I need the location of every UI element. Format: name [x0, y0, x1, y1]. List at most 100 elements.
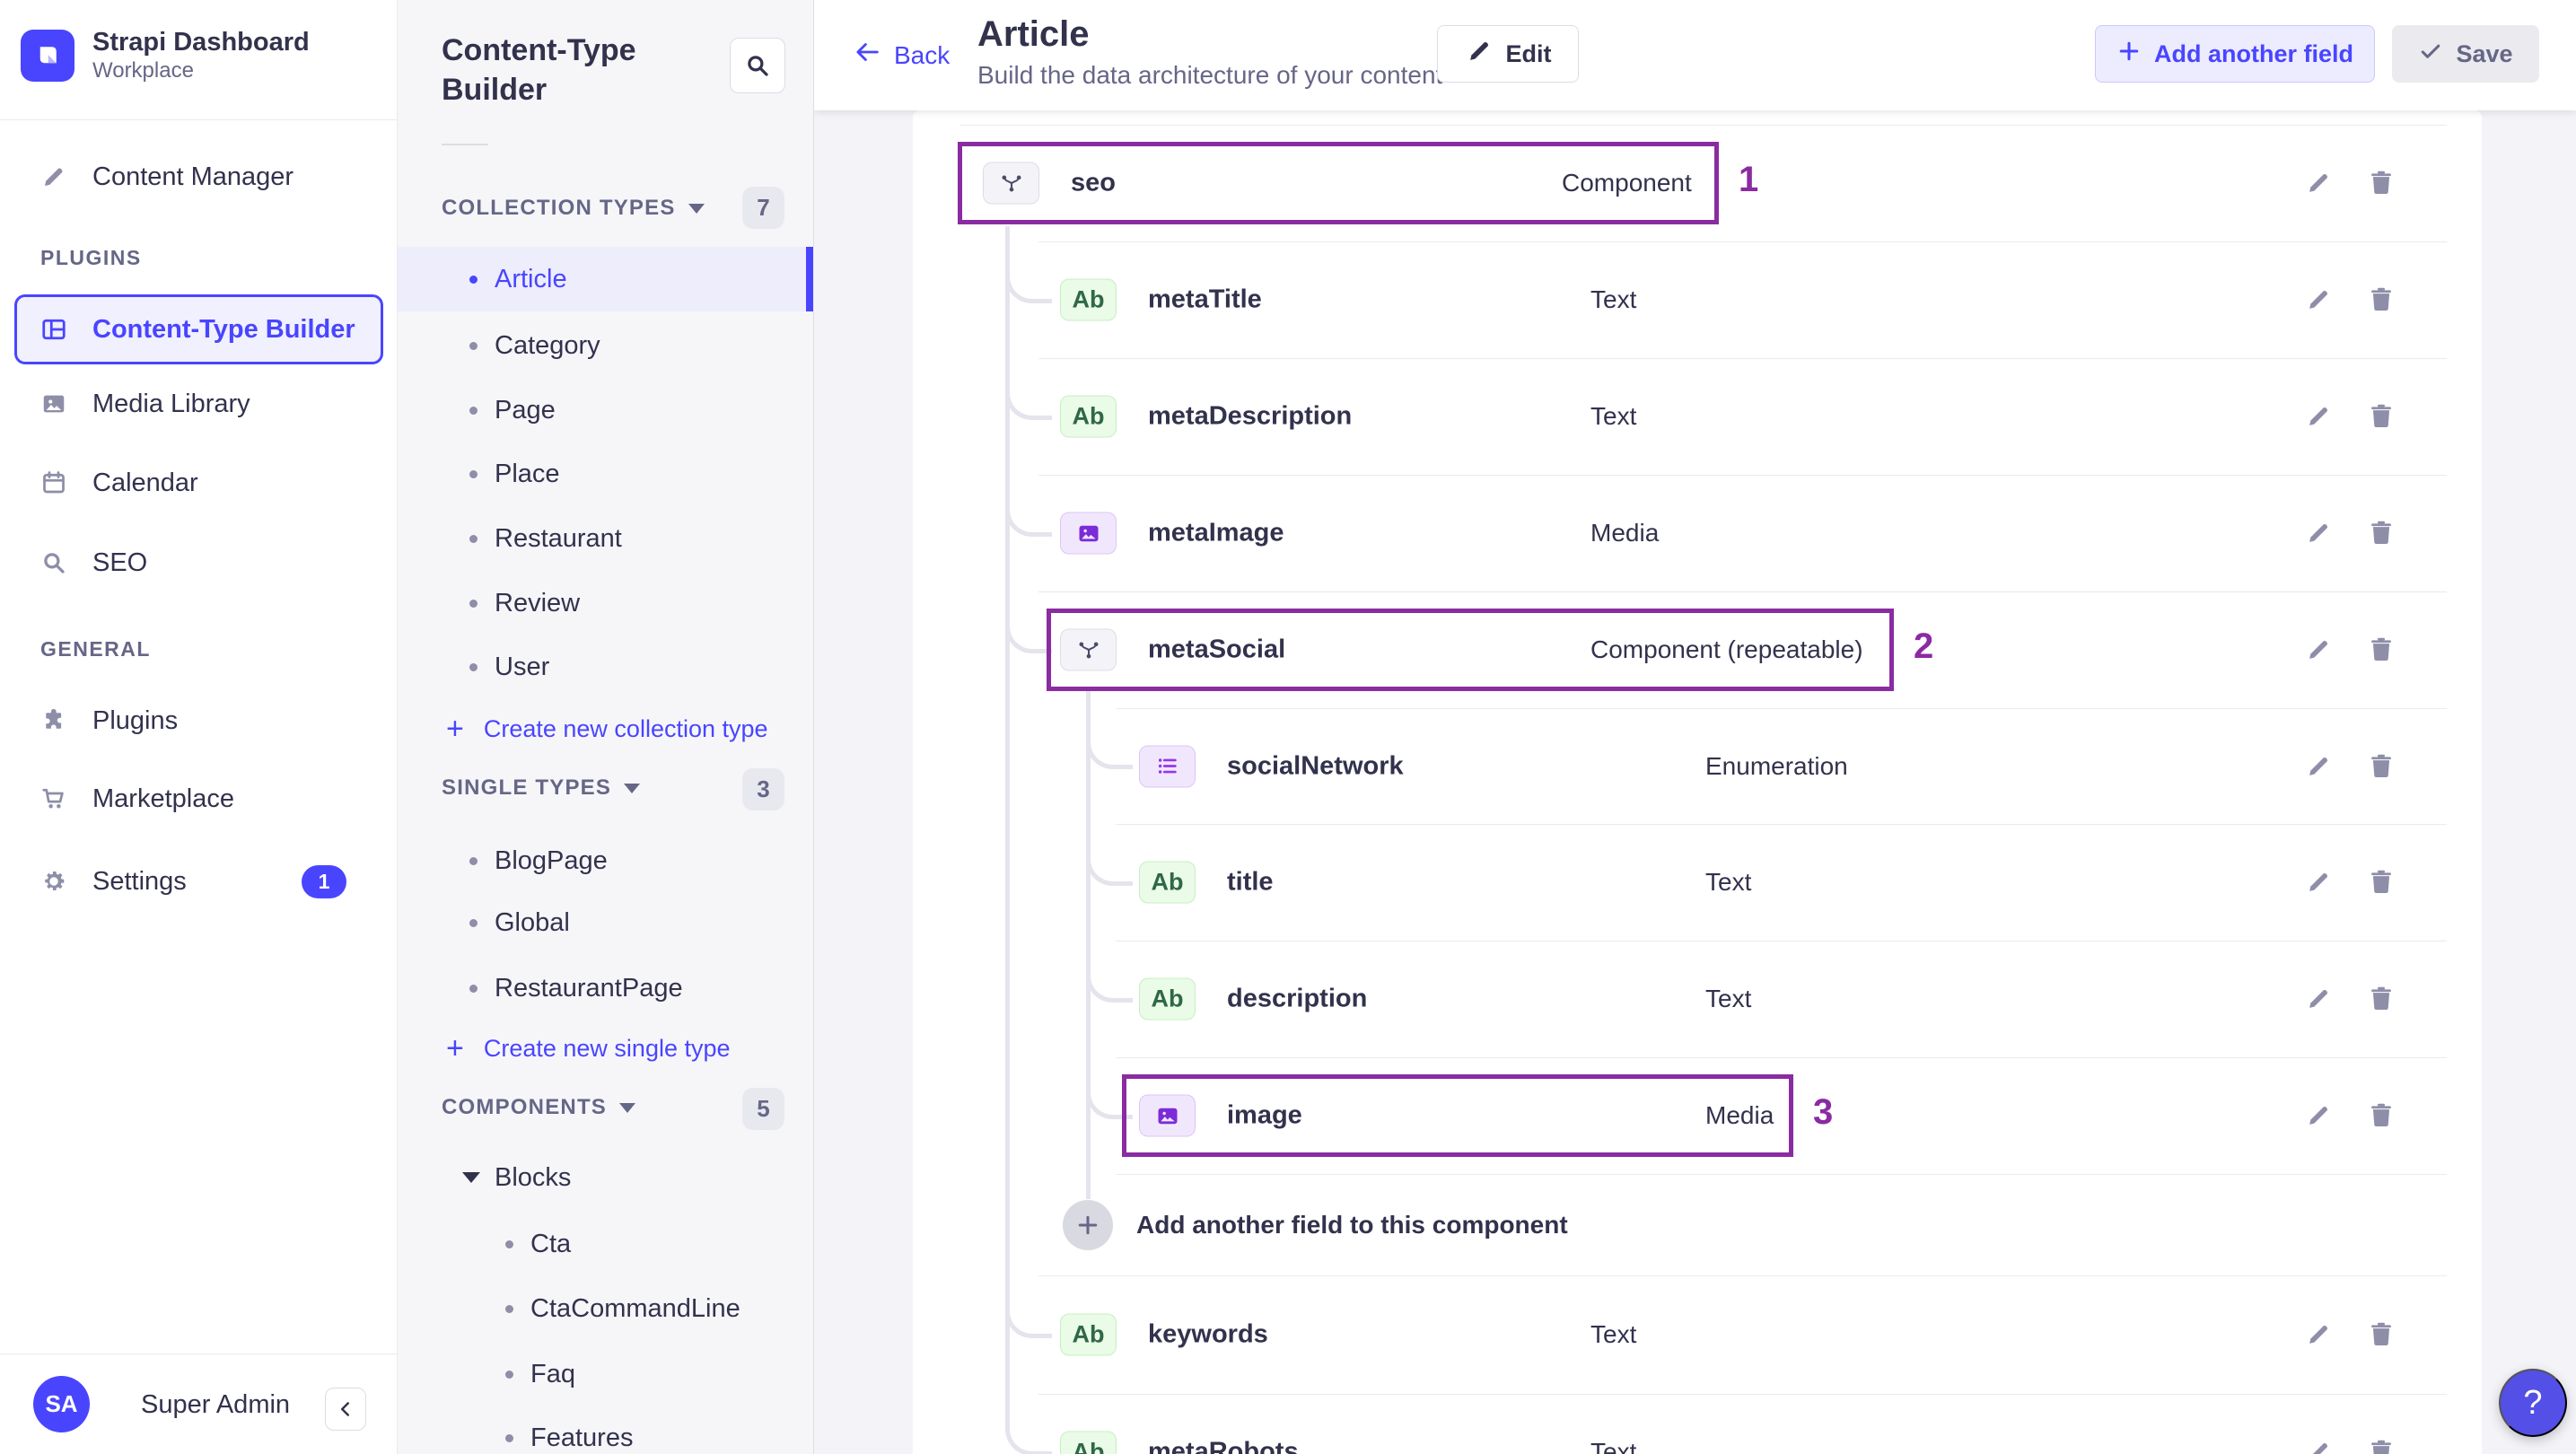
field-row: seo Component [913, 125, 2482, 241]
text-icon: Ab [1060, 395, 1117, 438]
subnav-item-label: Category [495, 330, 600, 360]
sidebar-item-plugins[interactable]: Plugins [14, 692, 383, 749]
delete-field-button[interactable] [2361, 397, 2401, 436]
bullet-icon [469, 534, 478, 543]
gear-icon [40, 868, 67, 895]
sidebar-item-label: SEO [92, 547, 148, 577]
sidebar-item-content-type-builder[interactable]: Content-Type Builder [14, 294, 383, 364]
subnav-item-cta[interactable]: Cta [398, 1212, 814, 1276]
add-another-field-button[interactable]: Add another field [2095, 25, 2375, 83]
subnav-item-label: Page [495, 395, 556, 425]
field-row: image Media [913, 1057, 2482, 1174]
sidebar-item-marketplace[interactable]: Marketplace [14, 770, 383, 828]
edit-field-button[interactable] [2299, 280, 2338, 320]
edit-button[interactable]: Edit [1437, 25, 1579, 83]
workspace-switcher[interactable]: Strapi Dashboard Workplace [21, 27, 310, 84]
edit-field-button[interactable] [2299, 979, 2338, 1019]
edit-field-button[interactable] [2299, 163, 2338, 203]
search-button[interactable] [730, 38, 785, 93]
subnav-item-place[interactable]: Place [398, 442, 814, 506]
add-field-row: Add another field to this component [913, 1174, 2482, 1275]
delete-field-button[interactable] [2361, 1096, 2401, 1135]
subnav-item-ctacommandline[interactable]: CtaCommandLine [398, 1276, 814, 1341]
field-type: Component (repeatable) [1590, 635, 1863, 663]
chevron-down-icon [462, 1172, 480, 1183]
subnav-item-article[interactable]: Article [398, 247, 814, 311]
workspace-name: Workplace [92, 58, 194, 83]
delete-field-button[interactable] [2361, 747, 2401, 786]
sidebar-item-settings[interactable]: Settings 1 [14, 853, 383, 910]
subnav-item-category[interactable]: Category [398, 313, 814, 378]
group-header-collection-types[interactable]: COLLECTION TYPES [442, 196, 770, 221]
pencil-icon [1465, 37, 1494, 72]
help-button[interactable]: ? [2499, 1369, 2567, 1437]
add-field-to-component-label: Add another field to this component [1136, 1210, 1568, 1239]
back-link[interactable]: Back [853, 0, 950, 110]
delete-field-button[interactable] [2361, 1432, 2401, 1454]
subnav-item-global[interactable]: Global [398, 890, 814, 955]
subnav-item-features[interactable]: Features [398, 1406, 814, 1454]
sidebar-item-label: Content Manager [92, 162, 294, 191]
subnav-item-label: User [495, 652, 550, 681]
subnav-item-faq[interactable]: Faq [398, 1342, 814, 1406]
sidebar-item-calendar[interactable]: Calendar [14, 454, 383, 512]
collapse-sidebar-button[interactable] [325, 1388, 366, 1431]
page-header: Back Article Build the data architecture… [814, 0, 2576, 110]
edit-field-button[interactable] [2299, 397, 2338, 436]
avatar[interactable]: SA [33, 1376, 90, 1432]
group-header-label: SINGLE TYPES [442, 775, 612, 800]
create-new--collection-type[interactable]: + Create new collection type [398, 700, 814, 758]
edit-field-button[interactable] [2299, 747, 2338, 786]
field-type: Text [1705, 868, 1752, 896]
delete-field-button[interactable] [2361, 979, 2401, 1019]
delete-field-button[interactable] [2361, 163, 2401, 203]
add-field-to-component-button[interactable] [1063, 1199, 1113, 1250]
annotation-number: 2 [1914, 626, 1934, 666]
field-row: socialNetwork Enumeration [913, 708, 2482, 824]
save-label: Save [2456, 39, 2513, 67]
subnav-item-page[interactable]: Page [398, 378, 814, 442]
subnav-item-user[interactable]: User [398, 635, 814, 699]
sidebar-item-content-manager[interactable]: Content Manager [14, 148, 383, 206]
text-icon: Ab [1060, 1431, 1117, 1454]
delete-field-button[interactable] [2361, 630, 2401, 670]
picture-icon [40, 390, 67, 417]
delete-field-button[interactable] [2361, 513, 2401, 553]
sidebar-item-media-library[interactable]: Media Library [14, 375, 383, 433]
edit-field-button[interactable] [2299, 863, 2338, 902]
edit-field-button[interactable] [2299, 630, 2338, 670]
save-button[interactable]: Save [2392, 25, 2539, 83]
bullet-icon [505, 1433, 513, 1442]
create-new--single-type[interactable]: + Create new single type [398, 1020, 814, 1077]
sidebar-item-label: Calendar [92, 468, 198, 497]
bullet-icon [469, 406, 478, 415]
sidebar-item-seo[interactable]: SEO [14, 534, 383, 591]
group-header-components[interactable]: COMPONENTS [442, 1095, 770, 1120]
enumeration-icon [1139, 745, 1196, 787]
bullet-icon [505, 1239, 513, 1248]
subnav-item-label: Features [530, 1423, 634, 1452]
edit-field-button[interactable] [2299, 1432, 2338, 1454]
plus-icon [2116, 39, 2142, 70]
edit-field-button[interactable] [2299, 1096, 2338, 1135]
delete-field-button[interactable] [2361, 1315, 2401, 1354]
group-count-badge: 5 [742, 1088, 784, 1130]
subnav-item-blogpage[interactable]: BlogPage [398, 828, 814, 893]
field-type: Media [1590, 519, 1660, 547]
edit-field-button[interactable] [2299, 1315, 2338, 1354]
subnav-item-label: Article [495, 264, 567, 293]
sidebar-item-label: Media Library [92, 389, 250, 418]
subnav-item-restaurantpage[interactable]: RestaurantPage [398, 956, 814, 1020]
group-header-single-types[interactable]: SINGLE TYPES [442, 775, 770, 801]
delete-field-button[interactable] [2361, 863, 2401, 902]
group-count-badge: 3 [742, 768, 784, 810]
subnav-item-review[interactable]: Review [398, 571, 814, 635]
delete-field-button[interactable] [2361, 280, 2401, 320]
group-count-badge: 7 [742, 187, 784, 229]
component-category-blocks[interactable]: Blocks [398, 1145, 814, 1210]
subnav-item-restaurant[interactable]: Restaurant [398, 506, 814, 571]
back-arrow-icon [853, 38, 881, 73]
edit-field-button[interactable] [2299, 513, 2338, 553]
field-row: metaImage Media [913, 475, 2482, 591]
subnav-item-label: Place [495, 459, 560, 488]
